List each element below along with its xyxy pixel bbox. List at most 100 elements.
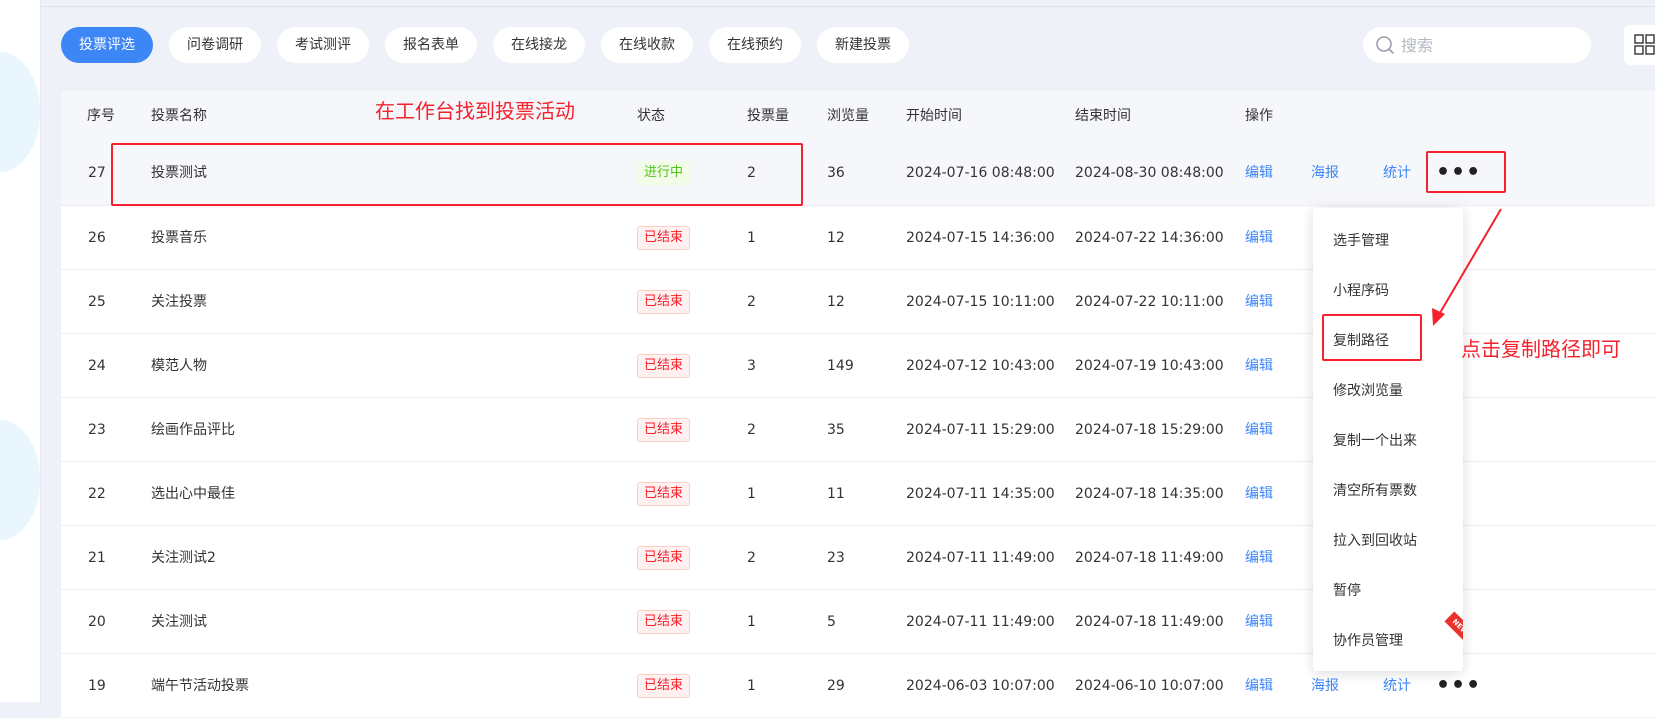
row-name: 绘画作品评比 (151, 422, 235, 438)
new-ribbon: NEW (1444, 611, 1463, 643)
status-badge: 已结束 (637, 290, 691, 314)
row-start-time: 2024-07-11 14:35:00 (906, 486, 1055, 502)
edit-link[interactable]: 编辑 (1245, 590, 1273, 654)
row-end-time: 2024-07-22 14:36:00 (1075, 230, 1224, 246)
row-start-time: 2024-07-12 10:43:00 (906, 358, 1055, 374)
status-badge: 已结束 (637, 226, 691, 250)
row-end-time: 2024-06-10 10:07:00 (1075, 678, 1224, 694)
row-start-time: 2024-07-15 14:36:00 (906, 230, 1055, 246)
row-votes: 1 (747, 614, 756, 630)
column-header-views: 浏览量 (827, 108, 869, 124)
menu-item-edit-views[interactable]: 修改浏览量 (1333, 381, 1403, 401)
poster-link[interactable]: 海报 (1311, 141, 1339, 205)
edit-link[interactable]: 编辑 (1245, 398, 1273, 462)
row-views: 36 (827, 165, 845, 181)
search-box (1363, 27, 1591, 63)
menu-item-pause[interactable]: 暂停 (1333, 581, 1361, 601)
edit-link[interactable]: 编辑 (1245, 654, 1273, 718)
row-end-time: 2024-07-22 10:11:00 (1075, 294, 1224, 310)
column-header-votes: 投票量 (747, 108, 789, 124)
decorative-blob (0, 420, 40, 540)
row-votes: 3 (747, 358, 756, 374)
left-sidebar-strip (0, 0, 40, 702)
row-id: 19 (88, 678, 106, 694)
annotation-find-activity: 在工作台找到投票活动 (375, 99, 575, 123)
column-header-status: 状态 (637, 108, 665, 124)
column-header-actions: 操作 (1245, 108, 1273, 124)
edit-link[interactable]: 编辑 (1245, 334, 1273, 398)
row-id: 21 (88, 550, 106, 566)
row-votes: 1 (747, 486, 756, 502)
tab-booking[interactable]: 在线预约 (709, 27, 801, 63)
row-start-time: 2024-07-15 10:11:00 (906, 294, 1055, 310)
row-start-time: 2024-07-16 08:48:00 (906, 165, 1055, 181)
annotation-box-more-button (1426, 151, 1506, 193)
annotation-box-activity-row (111, 143, 803, 206)
row-name: 端午节活动投票 (151, 678, 249, 694)
row-id: 23 (88, 422, 106, 438)
edit-link[interactable]: 编辑 (1245, 141, 1273, 205)
stats-link[interactable]: 统计 (1383, 141, 1411, 205)
row-name: 投票音乐 (151, 230, 207, 246)
tab-relay[interactable]: 在线接龙 (493, 27, 585, 63)
tab-exam[interactable]: 考试测评 (277, 27, 369, 63)
row-views: 29 (827, 678, 845, 694)
row-name: 关注投票 (151, 294, 207, 310)
row-end-time: 2024-07-18 15:29:00 (1075, 422, 1224, 438)
column-header-name: 投票名称 (151, 108, 207, 124)
more-actions-menu: 选手管理 小程序码 复制路径 修改浏览量 复制一个出来 清空所有票数 拉入到回收… (1313, 208, 1463, 671)
annotation-box-copy-path (1322, 314, 1422, 361)
tab-signup-form[interactable]: 报名表单 (385, 27, 477, 63)
edit-link[interactable]: 编辑 (1245, 270, 1273, 334)
menu-item-duplicate[interactable]: 复制一个出来 (1333, 431, 1417, 451)
row-views: 149 (827, 358, 854, 374)
row-end-time: 2024-07-18 14:35:00 (1075, 486, 1224, 502)
row-votes: 2 (747, 294, 756, 310)
row-end-time: 2024-07-18 11:49:00 (1075, 550, 1224, 566)
tab-payment[interactable]: 在线收款 (601, 27, 693, 63)
row-id: 25 (88, 294, 106, 310)
grid-icon (1634, 34, 1655, 55)
row-votes: 2 (747, 550, 756, 566)
row-start-time: 2024-06-03 10:07:00 (906, 678, 1055, 694)
menu-item-mini-program-code[interactable]: 小程序码 (1333, 281, 1389, 301)
edit-link[interactable]: 编辑 (1245, 206, 1273, 270)
column-header-start-time: 开始时间 (906, 108, 962, 124)
row-views: 23 (827, 550, 845, 566)
search-icon (1376, 36, 1394, 54)
grid-view-button[interactable] (1624, 25, 1655, 65)
row-views: 35 (827, 422, 845, 438)
row-views: 12 (827, 230, 845, 246)
status-badge: 已结束 (637, 674, 691, 698)
row-start-time: 2024-07-11 11:49:00 (906, 550, 1055, 566)
divider (40, 0, 41, 702)
tab-survey[interactable]: 问卷调研 (169, 27, 261, 63)
menu-item-manage-candidates[interactable]: 选手管理 (1333, 231, 1389, 251)
row-views: 11 (827, 486, 845, 502)
menu-item-move-to-trash[interactable]: 拉入到回收站 (1333, 531, 1417, 551)
row-id: 22 (88, 486, 106, 502)
menu-item-collaborators[interactable]: 协作员管理 (1333, 631, 1403, 651)
annotation-copy-path: 点击复制路径即可 (1461, 337, 1621, 361)
row-end-time: 2024-08-30 08:48:00 (1075, 165, 1224, 181)
edit-link[interactable]: 编辑 (1245, 462, 1273, 526)
row-views: 5 (827, 614, 836, 630)
tab-vote[interactable]: 投票评选 (61, 27, 153, 63)
row-start-time: 2024-07-11 15:29:00 (906, 422, 1055, 438)
row-votes: 2 (747, 422, 756, 438)
search-input[interactable] (1401, 35, 1581, 55)
status-badge: 已结束 (637, 610, 691, 634)
status-badge: 已结束 (637, 354, 691, 378)
row-name: 关注测试2 (151, 550, 216, 566)
row-name: 选出心中最佳 (151, 486, 235, 502)
category-tabs: 投票评选 问卷调研 考试测评 报名表单 在线接龙 在线收款 在线预约 新建投票 (61, 27, 909, 63)
column-header-id: 序号 (87, 108, 115, 124)
new-vote-button[interactable]: 新建投票 (817, 27, 909, 63)
divider (40, 6, 1655, 7)
row-name: 模范人物 (151, 358, 207, 374)
edit-link[interactable]: 编辑 (1245, 526, 1273, 590)
status-badge: 已结束 (637, 546, 691, 570)
menu-item-clear-votes[interactable]: 清空所有票数 (1333, 481, 1417, 501)
row-id: 24 (88, 358, 106, 374)
row-name: 关注测试 (151, 614, 207, 630)
